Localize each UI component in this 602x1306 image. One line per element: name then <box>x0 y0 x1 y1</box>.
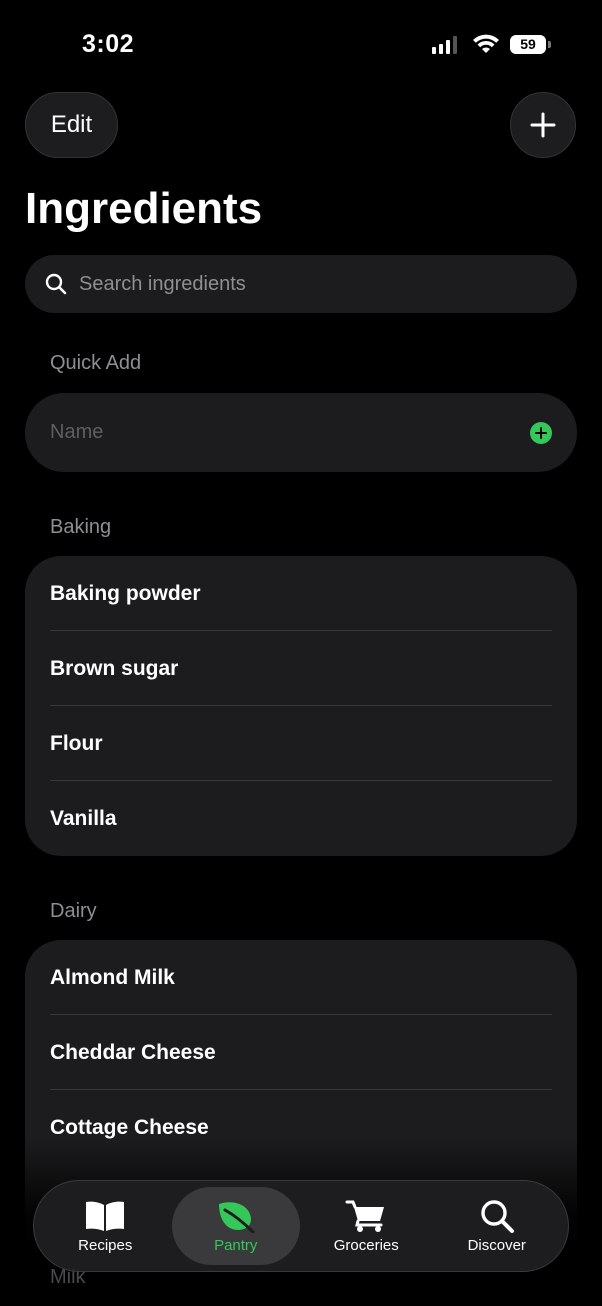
search-icon <box>45 273 67 295</box>
group-header-dairy: Dairy <box>50 900 97 922</box>
tab-label: Recipes <box>78 1236 133 1254</box>
magnifier-icon <box>481 1199 514 1233</box>
search-bar[interactable] <box>25 255 577 313</box>
tab-label: Groceries <box>333 1236 399 1254</box>
plus-icon <box>530 112 556 138</box>
list-item[interactable]: Almond Milk <box>25 940 577 1015</box>
cellular-signal-icon <box>432 36 457 54</box>
tab-label: Pantry <box>214 1236 258 1254</box>
battery-icon: 59 <box>510 35 546 54</box>
book-icon <box>86 1201 125 1231</box>
leaf-icon <box>218 1201 255 1233</box>
tab-label: Discover <box>467 1236 526 1254</box>
quick-add-name-input[interactable] <box>50 421 490 444</box>
page-title: Ingredients <box>25 184 263 233</box>
quick-add-header: Quick Add <box>50 352 142 374</box>
add-button[interactable] <box>510 92 576 158</box>
plus-icon <box>535 426 547 439</box>
wifi-icon <box>473 34 499 53</box>
quick-add-field[interactable] <box>25 393 577 472</box>
group-card-baking: Baking powder Brown sugar Flour Vanilla <box>25 556 577 856</box>
search-input[interactable] <box>79 272 519 296</box>
list-item[interactable]: Flour <box>25 706 577 781</box>
tab-discover[interactable]: Discover <box>433 1187 561 1265</box>
battery-nub <box>548 41 551 48</box>
tab-bar: Recipes Pantry Groceries Discover <box>33 1180 569 1272</box>
edit-button[interactable]: Edit <box>25 92 118 158</box>
list-item[interactable]: Brown sugar <box>25 631 577 706</box>
quick-add-plus-icon[interactable] <box>530 421 552 444</box>
group-header-baking: Baking <box>50 516 112 538</box>
cart-icon <box>345 1200 385 1232</box>
list-item[interactable]: Baking powder <box>25 556 577 631</box>
tab-pantry[interactable]: Pantry <box>171 1187 300 1265</box>
status-time: 3:02 <box>82 30 135 58</box>
status-bar: 3:02 59 <box>0 0 602 90</box>
list-item[interactable]: Cheddar Cheese <box>25 1015 577 1090</box>
tab-recipes[interactable]: Recipes <box>41 1187 169 1265</box>
tab-groceries[interactable]: Groceries <box>302 1187 430 1265</box>
list-item[interactable]: Vanilla <box>25 781 577 856</box>
